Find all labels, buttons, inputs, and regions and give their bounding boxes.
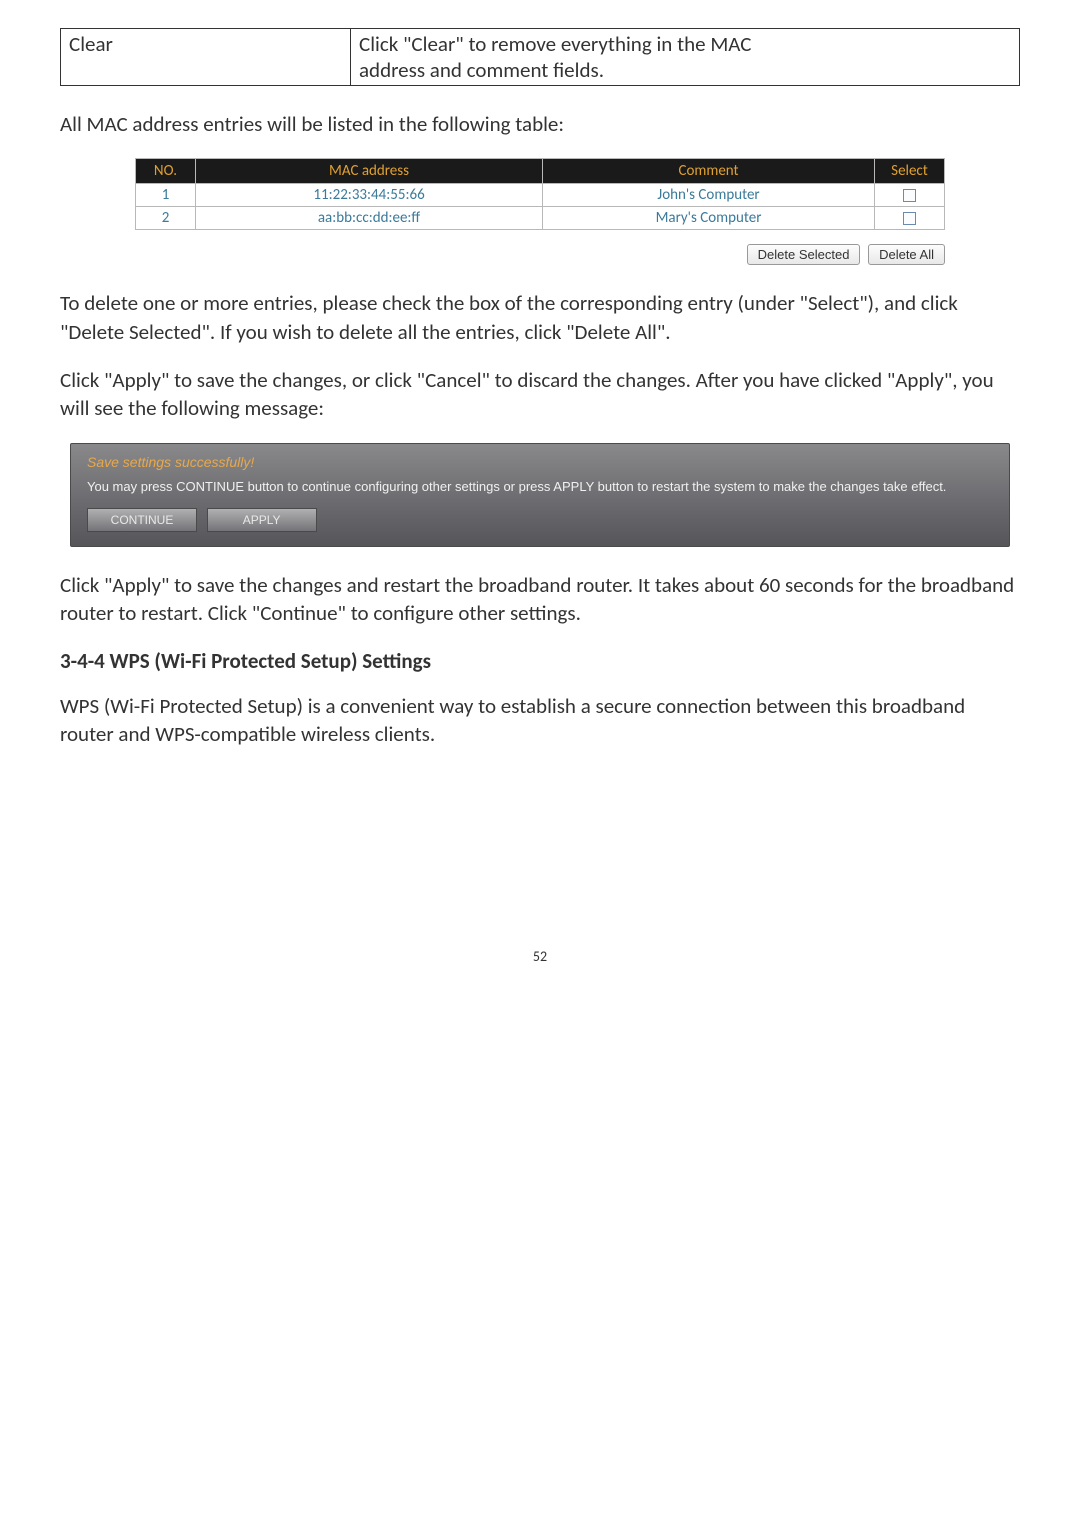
- paragraph-restart: Click "Apply" to save the changes and re…: [60, 571, 1020, 628]
- paragraph-apply: Click "Apply" to save the changes, or cl…: [60, 366, 1020, 423]
- table-row: 1 11:22:33:44:55:66 John's Computer: [136, 184, 945, 207]
- cell-no: 1: [136, 184, 196, 207]
- row-checkbox[interactable]: [903, 212, 916, 225]
- table-row: 2 aa:bb:cc:dd:ee:ff Mary's Computer: [136, 207, 945, 230]
- mac-address-table: NO. MAC address Comment Select 1 11:22:3…: [135, 158, 945, 230]
- cell-comment: Mary's Computer: [543, 207, 875, 230]
- save-settings-body: You may press CONTINUE button to continu…: [87, 478, 993, 496]
- delete-selected-button[interactable]: Delete Selected: [747, 244, 861, 265]
- save-settings-title: Save settings successfully!: [87, 454, 993, 470]
- clear-label: Clear: [61, 29, 351, 86]
- delete-all-button[interactable]: Delete All: [868, 244, 945, 265]
- paragraph-delete: To delete one or more entries, please ch…: [60, 289, 1020, 346]
- page-number: 52: [60, 948, 1020, 965]
- paragraph-wps: WPS (Wi-Fi Protected Setup) is a conveni…: [60, 692, 1020, 749]
- continue-button[interactable]: CONTINUE: [87, 508, 197, 532]
- row-checkbox[interactable]: [903, 189, 916, 202]
- clear-desc-line1: Click "Clear" to remove everything in th…: [359, 31, 752, 57]
- col-select: Select: [875, 159, 945, 184]
- cell-mac: 11:22:33:44:55:66: [196, 184, 543, 207]
- section-heading-wps: 3-4-4 WPS (Wi-Fi Protected Setup) Settin…: [60, 648, 1020, 674]
- apply-button[interactable]: APPLY: [207, 508, 317, 532]
- col-comment: Comment: [543, 159, 875, 184]
- cell-mac: aa:bb:cc:dd:ee:ff: [196, 207, 543, 230]
- col-no: NO.: [136, 159, 196, 184]
- save-settings-panel: Save settings successfully! You may pres…: [70, 443, 1010, 547]
- clear-info-table: Clear Click "Clear" to remove everything…: [60, 28, 1020, 86]
- clear-description: Click "Clear" to remove everything in th…: [351, 29, 1020, 86]
- paragraph-intro: All MAC address entries will be listed i…: [60, 110, 1020, 138]
- col-mac: MAC address: [196, 159, 543, 184]
- cell-no: 2: [136, 207, 196, 230]
- clear-desc-line2: address and comment fields.: [359, 57, 604, 83]
- cell-comment: John's Computer: [543, 184, 875, 207]
